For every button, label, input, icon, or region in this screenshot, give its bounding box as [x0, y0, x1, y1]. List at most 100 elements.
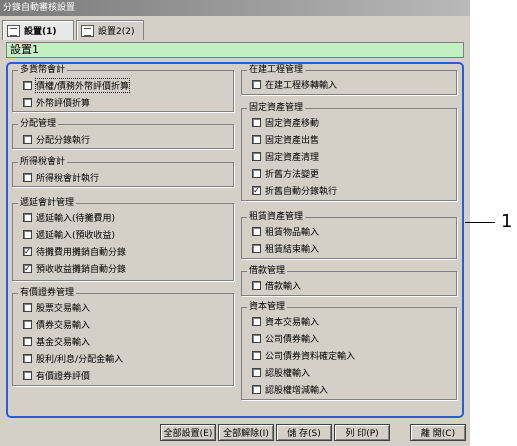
checkbox[interactable]: ✓ [23, 246, 32, 256]
checkbox-row[interactable]: 認股權增減輸入 [252, 383, 328, 396]
checkbox-label: 固定資產出售 [265, 135, 320, 146]
checkbox-label: 分配分錄執行 [36, 135, 91, 146]
checkbox-row[interactable]: 認股權輸入 [252, 366, 311, 379]
checkbox-row[interactable]: 債權/債務外幣評價折算 [23, 77, 131, 93]
checkbox-row[interactable]: 折舊方法變更 [252, 167, 320, 180]
checkbox[interactable] [252, 79, 261, 89]
checkbox-row[interactable]: 分配分錄執行 [23, 133, 91, 146]
tab-settings-1[interactable]: 設置(1) [2, 20, 74, 40]
checkbox-row[interactable]: 有價證券評價 [23, 369, 90, 382]
checkbox-label: 預收收益攤銷自動分錄 [36, 264, 127, 275]
checkbox[interactable] [252, 243, 261, 253]
tab-settings-2[interactable]: 設置2(2) [76, 20, 144, 40]
group-title: 多貨幣會計 [18, 65, 68, 75]
checkbox[interactable] [23, 229, 32, 239]
group-title: 遞延會計管理 [18, 198, 77, 208]
checkbox-row[interactable]: 基金交易輸入 [23, 335, 91, 348]
checkbox-row[interactable]: 公司債券資料確定輸入 [252, 349, 355, 362]
checkbox[interactable] [23, 172, 32, 182]
checkbox-row[interactable]: 股票交易輸入 [23, 301, 90, 314]
save-button[interactable]: 儲 存(S) [276, 424, 332, 441]
checkbox[interactable] [23, 80, 32, 90]
checkbox[interactable] [252, 350, 261, 360]
checkbox-row[interactable]: 公司債券輸入 [252, 332, 319, 345]
clear-all-button[interactable]: 全部解除(I) [218, 424, 274, 441]
checkbox[interactable] [23, 97, 32, 107]
setting-name: 設置1 [10, 43, 39, 56]
checkbox[interactable] [23, 212, 32, 222]
checkbox-row[interactable]: ✓ 預收收益攤銷自動分錄 [23, 262, 127, 275]
dialog-window: 分錄自動審核設置 設置(1) 設置2(2) 設置1 多貨幣會計 債權/債務外幣評… [0, 0, 470, 446]
checkbox[interactable] [252, 367, 261, 377]
callout-number: 1 [501, 211, 513, 232]
checkbox[interactable] [23, 353, 32, 363]
checkbox-row[interactable]: 借款輸入 [252, 279, 301, 292]
checkbox[interactable] [252, 384, 261, 394]
group-construction: 在建工程管理 在建工程移轉輸入 [241, 65, 457, 95]
checkbox[interactable] [252, 333, 261, 343]
checkbox-row[interactable]: 固定資產移動 [252, 116, 320, 129]
checkbox[interactable] [252, 316, 261, 326]
checkbox[interactable] [23, 302, 32, 312]
checkbox-label: 所得稅會計執行 [36, 173, 100, 184]
checkbox-row[interactable]: 遞延輸入(預收收益) [23, 228, 115, 241]
checkbox-label: 固定資產移動 [265, 118, 320, 129]
select-all-button[interactable]: 全部設置(E) [160, 424, 216, 441]
checkbox[interactable] [252, 151, 261, 161]
callout-leader-line [465, 222, 495, 223]
group-fixed-assets: 固定資產管理 固定資產移動 固定資產出售 固定資產清理 折舊方法變更 ✓ 折舊自動… [241, 103, 457, 201]
checkbox[interactable] [252, 134, 261, 144]
checkbox-row[interactable]: 固定資產出售 [252, 133, 320, 146]
checkbox-row[interactable]: 資本交易輸入 [252, 315, 320, 328]
checkbox-label: 資本交易輸入 [265, 317, 320, 328]
checkbox-row[interactable]: 所得稅會計執行 [23, 171, 100, 184]
checkbox-label: 基金交易輸入 [36, 337, 91, 348]
checkbox-label: 固定資產清理 [265, 152, 320, 163]
checkbox-row[interactable]: 固定資產清理 [252, 150, 320, 163]
button-label: 列 印(P) [345, 429, 379, 439]
checkbox-row[interactable]: 租賃結束輸入 [252, 242, 320, 255]
button-label: 全部設置(E) [163, 429, 213, 439]
checkbox-row[interactable]: ✓ 折舊自動分錄執行 [252, 184, 338, 197]
print-button[interactable]: 列 印(P) [334, 424, 390, 441]
checkbox-label: 外幣評價折算 [36, 98, 91, 109]
group-lease: 租賃資產管理 租賃物品輸入 租賃結束輸入 [241, 212, 457, 259]
checkbox-row[interactable]: 股利/利息/分配金輸入 [23, 352, 123, 365]
group-title: 資本管理 [247, 302, 288, 312]
group-title: 分配管理 [18, 119, 59, 129]
checkbox-label: 折舊方法變更 [265, 169, 320, 180]
checkbox-row[interactable]: 外幣評價折算 [23, 96, 91, 109]
close-button[interactable]: 離 開(C) [410, 424, 466, 441]
checkbox-row[interactable]: 在建工程移轉輸入 [252, 78, 338, 91]
checkbox[interactable]: ✓ [252, 185, 261, 195]
group-income-tax: 所得稅會計 所得稅會計執行 [12, 157, 234, 187]
checkbox-label: 租賃結束輸入 [265, 244, 320, 255]
checkbox-row[interactable]: 遞延輸入(待攤費用) [23, 211, 116, 224]
checkbox[interactable] [252, 226, 261, 236]
checkbox-label: 認股權輸入 [265, 368, 311, 379]
checkbox-label: 遞延輸入(待攤費用) [36, 213, 116, 224]
group-title: 所得稅會計 [18, 157, 68, 167]
setting-name-field: 設置1 [6, 42, 464, 58]
checkbox[interactable] [23, 336, 32, 346]
checkbox-row[interactable]: 租賃物品輸入 [252, 225, 319, 238]
tab-label: 設置(1) [24, 27, 57, 37]
checkbox-label: 在建工程移轉輸入 [265, 80, 338, 91]
checkbox[interactable]: ✓ [23, 263, 32, 273]
checkbox-label: 折舊自動分錄執行 [265, 186, 338, 197]
book-icon [7, 24, 20, 37]
checkbox-row[interactable]: ✓ 待攤費用攤銷自動分錄 [23, 245, 126, 258]
group-capital: 資本管理 資本交易輸入 公司債券輸入 公司債券資料確定輸入 認股權輸入 認股權增… [241, 302, 457, 400]
group-title: 有價證券管理 [18, 288, 77, 298]
checkbox[interactable] [23, 319, 32, 329]
button-label: 儲 存(S) [287, 429, 321, 439]
checkbox[interactable] [252, 117, 261, 127]
checkbox-row[interactable]: 債券交易輸入 [23, 318, 91, 331]
checkbox[interactable] [23, 134, 32, 144]
checkbox[interactable] [252, 280, 261, 290]
checkbox[interactable] [252, 168, 261, 178]
window-title: 分錄自動審核設置 [3, 3, 76, 13]
checkbox-label: 債券交易輸入 [36, 320, 91, 331]
button-label: 離 開(C) [420, 429, 456, 439]
checkbox[interactable] [23, 370, 32, 380]
